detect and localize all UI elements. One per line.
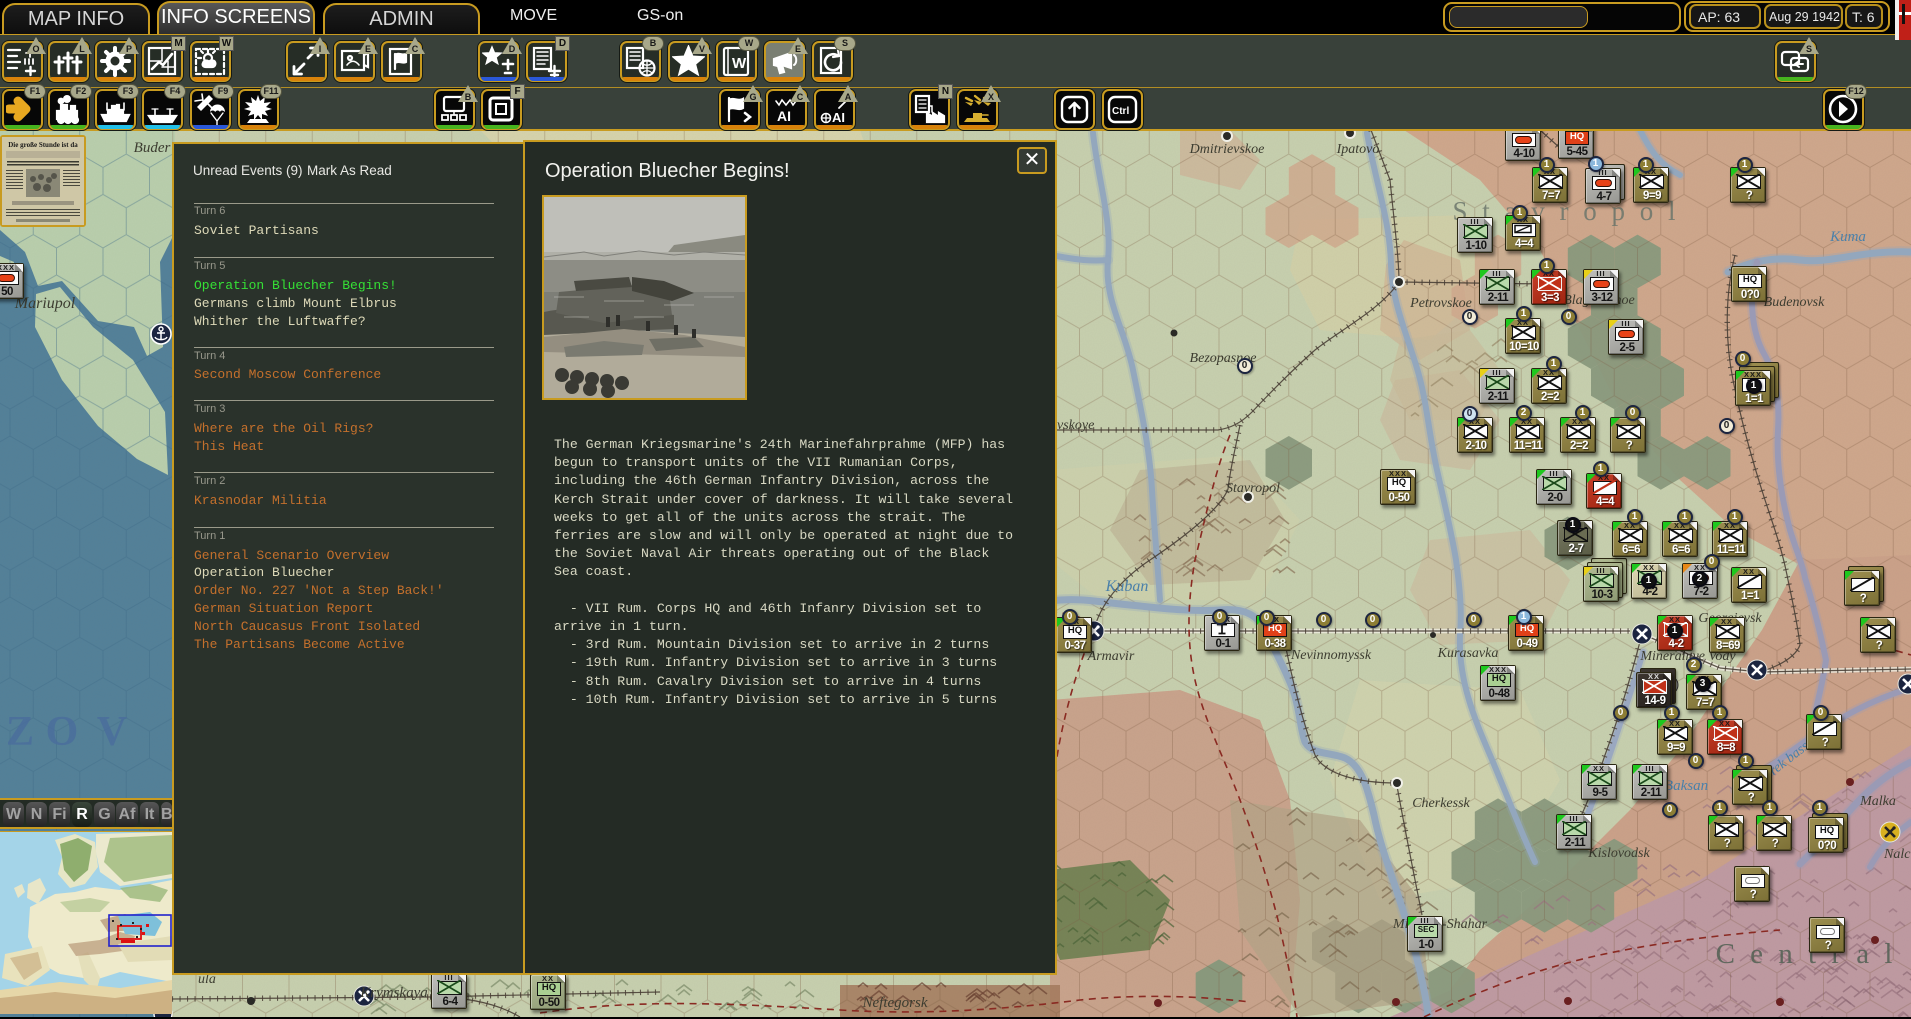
svg-text:Ipatovo: Ipatovo bbox=[1336, 142, 1380, 157]
svg-text:Stavropol: Stavropol bbox=[1226, 481, 1280, 496]
svg-text:O: O bbox=[46, 709, 79, 755]
svg-text:W: W bbox=[732, 55, 747, 72]
svg-text:V: V bbox=[97, 709, 127, 755]
svg-text:Buder: Buder bbox=[134, 140, 171, 156]
svg-text:Nevinnomyssk: Nevinnomyssk bbox=[1290, 648, 1372, 663]
svg-text:Budenovsk: Budenovsk bbox=[1764, 295, 1825, 310]
svg-text:Kislovodsk: Kislovodsk bbox=[1587, 846, 1650, 861]
svg-text:Neftegorsk: Neftegorsk bbox=[862, 995, 928, 1011]
svg-text:Kuban: Kuban bbox=[1105, 578, 1149, 595]
svg-text:Nalc: Nalc bbox=[1883, 847, 1911, 862]
svg-text:Kurasavka: Kurasavka bbox=[1437, 646, 1499, 661]
svg-text:Cherkessk: Cherkessk bbox=[1412, 796, 1470, 811]
svg-text:AI: AI bbox=[832, 110, 845, 125]
svg-text:AI: AI bbox=[777, 108, 791, 124]
svg-text:Malka: Malka bbox=[1859, 794, 1896, 809]
svg-text:C e n t r a l: C e n t r a l bbox=[1716, 938, 1897, 970]
svg-text:Krymskaya: Krymskaya bbox=[359, 985, 428, 1001]
svg-text:Kuma: Kuma bbox=[1829, 229, 1866, 245]
svg-text:Ctrl: Ctrl bbox=[1112, 106, 1129, 117]
svg-text:Petrovskoe: Petrovskoe bbox=[1409, 296, 1472, 311]
svg-text:Die große Stunde ist da: Die große Stunde ist da bbox=[8, 141, 78, 149]
svg-text:Dmitrievskoe: Dmitrievskoe bbox=[1189, 142, 1265, 157]
svg-text:Z: Z bbox=[6, 709, 34, 755]
